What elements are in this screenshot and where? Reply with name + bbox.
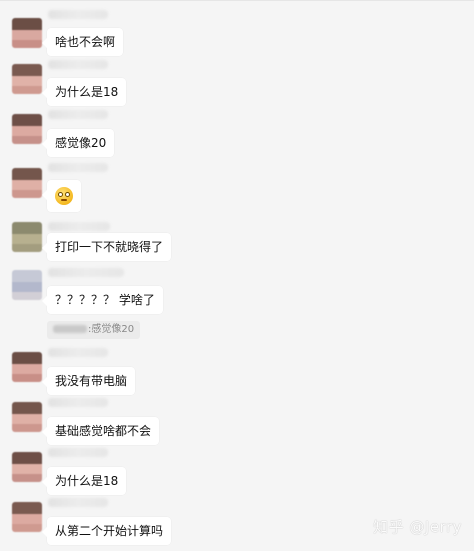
quoted-reply[interactable]: :感觉像20 bbox=[47, 321, 141, 339]
sender-name-blurred bbox=[48, 110, 108, 119]
sender-name-blurred bbox=[48, 268, 124, 277]
sender-name-blurred bbox=[48, 163, 108, 172]
grimace-emoji-icon bbox=[55, 187, 73, 205]
message-bubble[interactable]: 基础感觉啥都不会 bbox=[41, 417, 160, 445]
avatar[interactable] bbox=[12, 64, 42, 94]
avatar[interactable] bbox=[12, 502, 42, 532]
avatar[interactable] bbox=[12, 18, 42, 48]
watermark: 知乎 @Jerry bbox=[373, 518, 462, 536]
avatar[interactable] bbox=[12, 402, 42, 432]
message-bubble[interactable]: 啥也不会啊 bbox=[41, 28, 124, 56]
sender-name-blurred bbox=[48, 398, 108, 407]
top-divider bbox=[0, 0, 474, 1]
avatar[interactable] bbox=[12, 270, 42, 300]
message-bubble[interactable]: 我没有带电脑 bbox=[41, 367, 136, 395]
sender-name-blurred bbox=[48, 60, 108, 69]
message-bubble[interactable]: 为什么是18 bbox=[41, 78, 127, 106]
sender-name-blurred bbox=[48, 498, 108, 507]
sender-name-blurred bbox=[48, 348, 108, 357]
avatar[interactable] bbox=[12, 452, 42, 482]
message-bubble[interactable]: 打印一下不就晓得了 bbox=[41, 233, 172, 261]
avatar[interactable] bbox=[12, 114, 42, 144]
message-bubble[interactable]: 从第二个开始计算吗 bbox=[41, 517, 172, 545]
avatar[interactable] bbox=[12, 352, 42, 382]
chat-window: 啥也不会啊 为什么是18 感觉像20 打印一下不就晓得了 ？？？？？ 学啥了:… bbox=[0, 0, 474, 551]
message-bubble[interactable]: ？？？？？ 学啥了 bbox=[42, 286, 163, 314]
message-bubble[interactable] bbox=[42, 180, 81, 212]
avatar[interactable] bbox=[12, 222, 42, 252]
message-bubble[interactable]: 为什么是18 bbox=[41, 467, 127, 495]
message-bubble[interactable]: 感觉像20 bbox=[41, 129, 115, 157]
sender-name-blurred bbox=[48, 10, 108, 19]
sender-name-blurred bbox=[48, 222, 110, 231]
quoted-text: :感觉像20 bbox=[88, 324, 135, 335]
sender-name-blurred bbox=[48, 448, 108, 457]
avatar[interactable] bbox=[12, 168, 42, 198]
quoted-sender-blurred bbox=[53, 325, 87, 333]
